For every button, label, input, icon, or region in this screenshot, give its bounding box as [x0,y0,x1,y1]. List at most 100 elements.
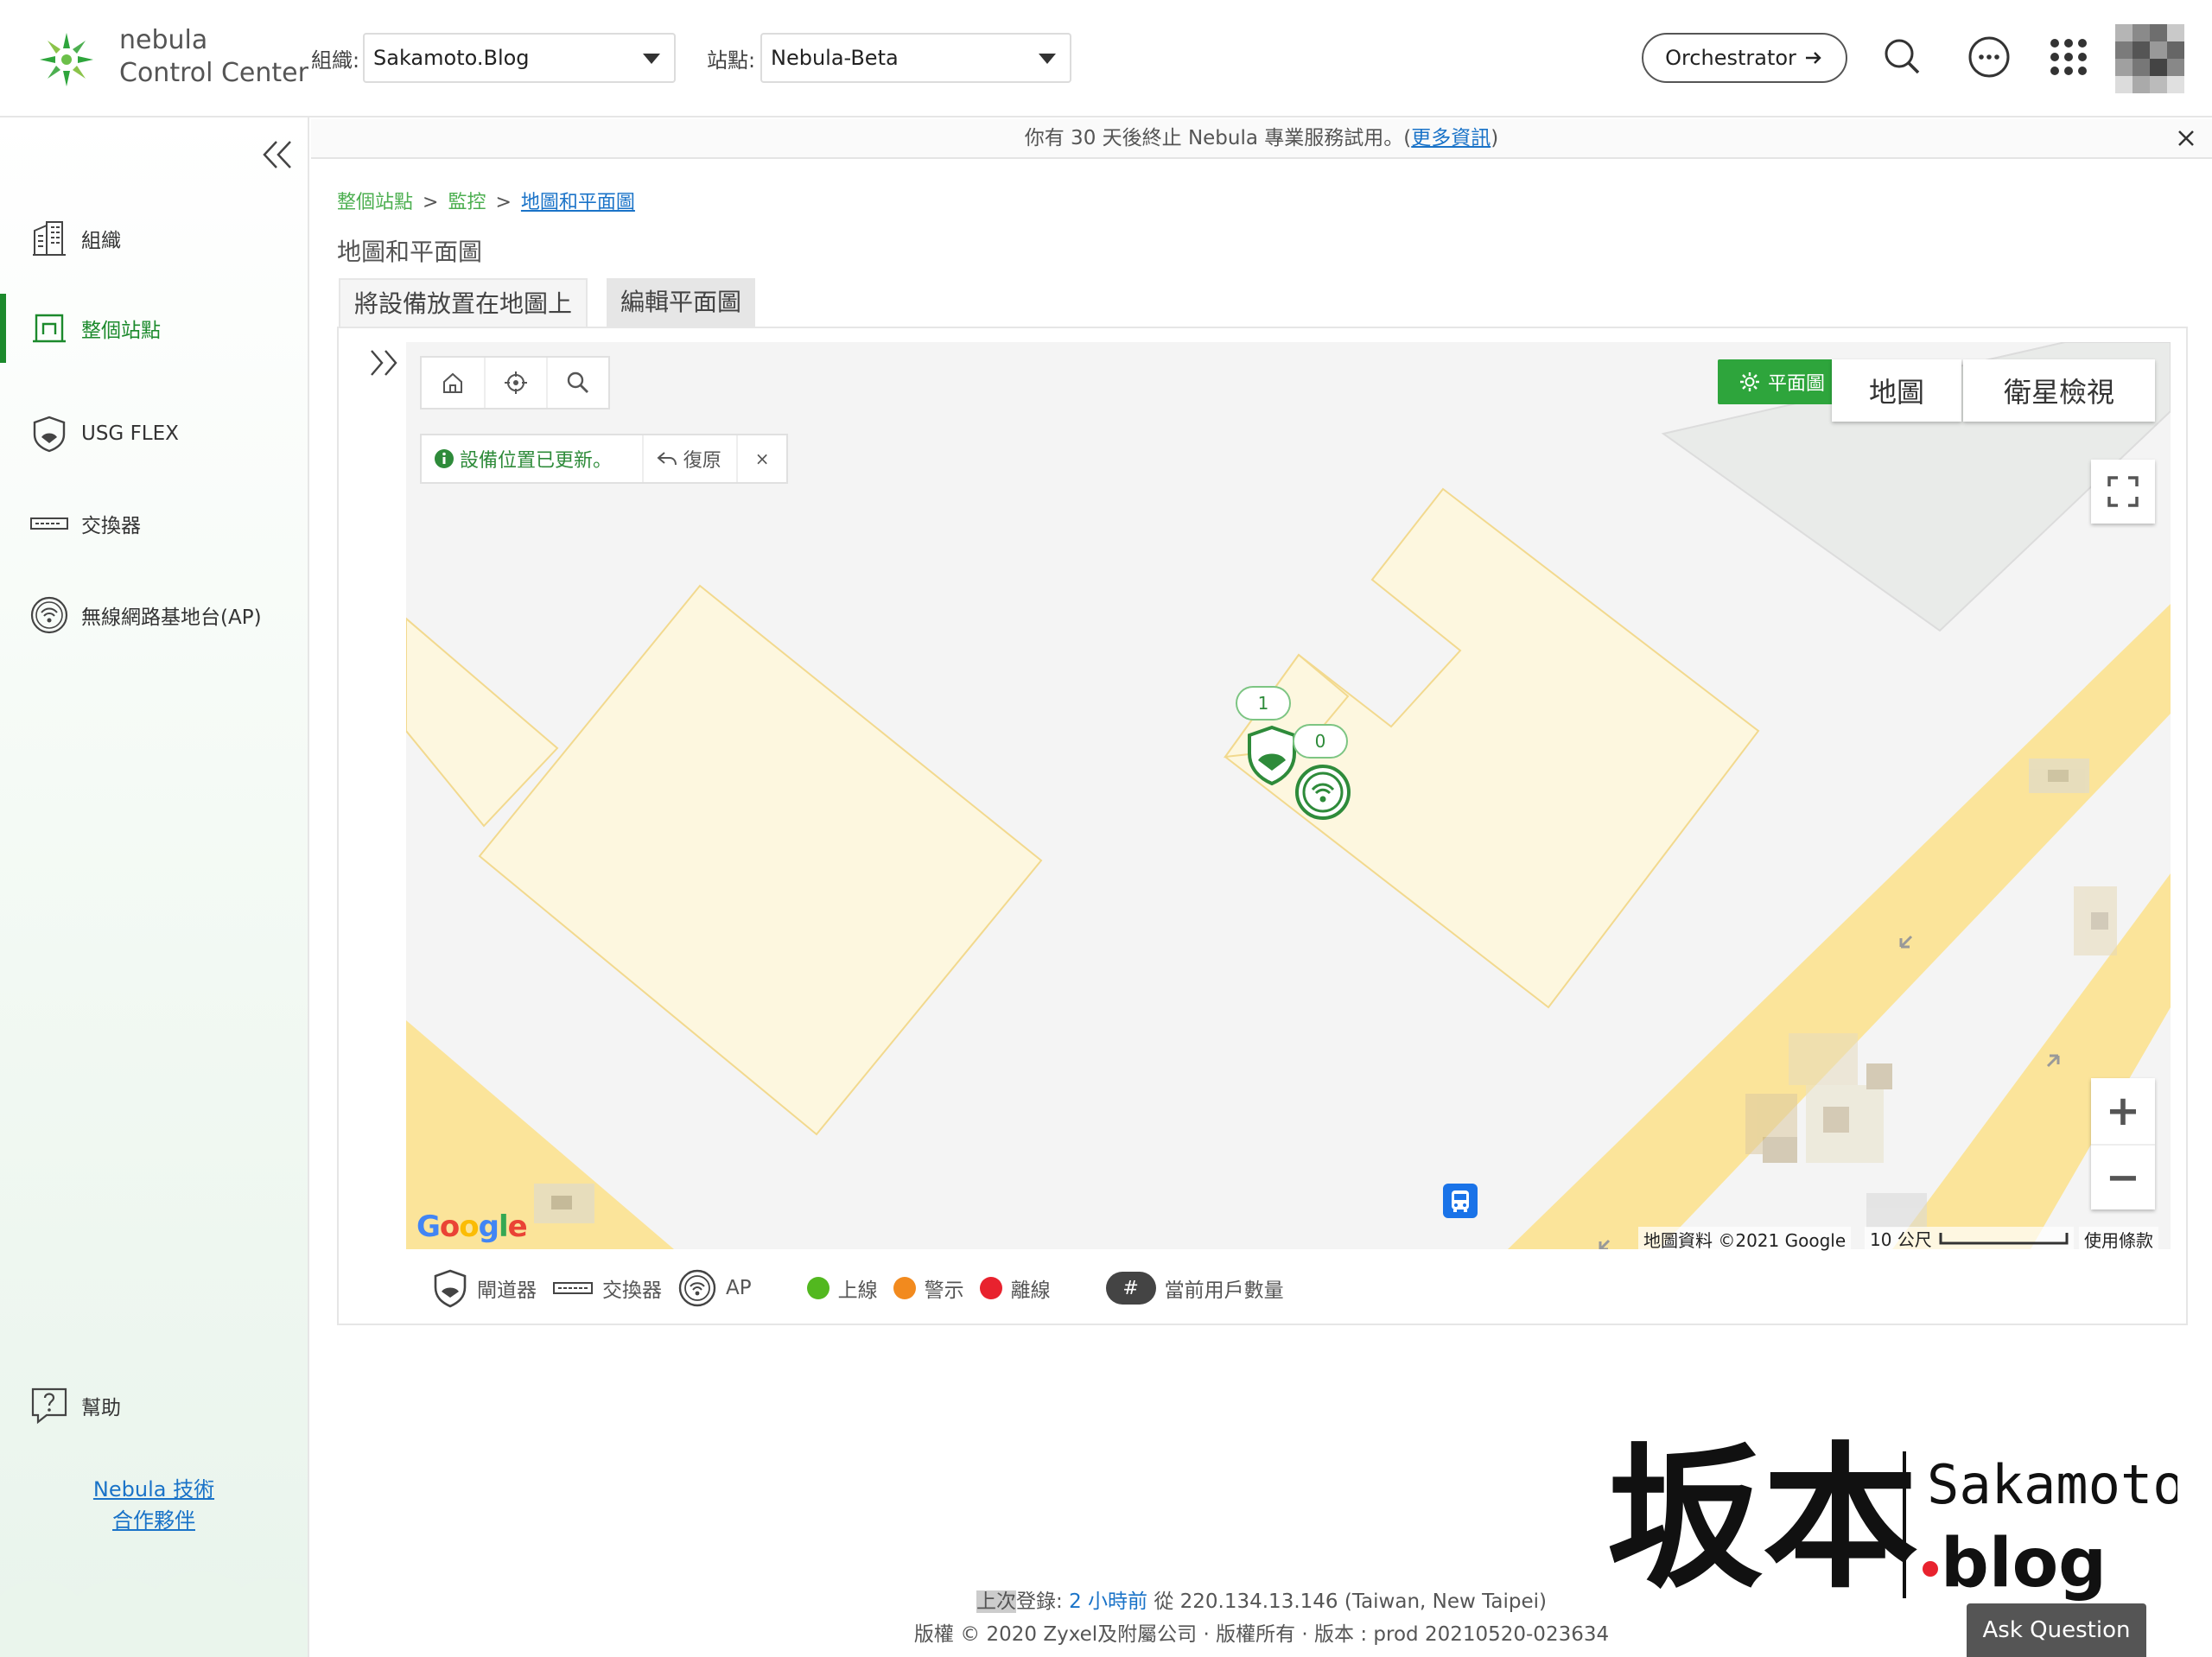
help-icon [31,1387,67,1425]
avatar[interactable] [2115,24,2184,93]
home-icon [443,372,462,393]
locate-button[interactable] [484,358,546,408]
map-attribution: 地圖資料 ©2021 Google [1638,1227,1852,1251]
sidebar-item-organization[interactable]: 組織 [0,204,308,273]
partner-link-line1[interactable]: Nebula 技術 [0,1472,308,1502]
map-scale-label: 10 公尺 [1870,1228,1932,1250]
sidebar-item-site[interactable]: 整個站點 [0,294,308,363]
switch-legend-icon [553,1282,593,1294]
client-count-badge: # [1105,1272,1156,1305]
offline-status-dot [979,1277,1002,1299]
notice-close-button[interactable]: × [736,435,786,482]
switch-icon [30,517,68,530]
help-label: 幫助 [81,1397,121,1419]
breadcrumb-site[interactable]: 整個站點 [337,192,413,213]
ap-legend-icon [678,1269,716,1307]
org-select-value: Sakamoto.Blog [373,46,530,70]
undo-label: 復原 [683,450,721,472]
undo-button[interactable]: 復原 [641,435,737,482]
floorplan-label: 平面圖 [1767,373,1825,395]
org-label: 組織: [311,48,360,73]
gateway-marker-icon[interactable] [1244,724,1300,786]
legend-ap-label: AP [726,1277,752,1299]
tab-place-devices[interactable]: 將設備放置在地圖上 [339,278,588,328]
chat-icon[interactable] [1965,33,2013,81]
ap-marker-icon[interactable] [1294,764,1351,821]
sidebar-item-label: 組織 [81,230,121,252]
org-select[interactable]: Sakamoto.Blog [363,33,676,83]
legend-offline-label: 離線 [1010,1279,1051,1302]
banner-text-end: ) [1491,127,1499,149]
zoom-control: + − [2091,1078,2155,1209]
chevron-down-icon [643,54,660,64]
breadcrumb-current[interactable]: 地圖和平面圖 [521,192,635,213]
wifi-icon [30,596,68,634]
last-login-time-link[interactable]: 2 小時前 [1069,1590,1147,1613]
ask-question-button[interactable]: Ask Question [1967,1603,2146,1657]
site-select[interactable]: Nebula-Beta [760,33,1071,83]
collapse-sidebar-icon[interactable] [257,135,297,175]
search-icon [567,371,588,393]
sidebar-item-label: 交換器 [81,515,141,537]
position-updated-notice: 設備位置已更新。 復原 × [420,434,788,484]
last-login-from: 從 220.134.13.146 (Taiwan, New Taipei) [1154,1590,1547,1613]
breadcrumb-separator: > [495,192,512,213]
crosshair-icon [505,371,527,394]
app-logo-text: nebula Control Center [119,24,308,90]
logo-line1: nebula [119,25,208,55]
online-status-dot [806,1277,830,1299]
fullscreen-icon [2107,476,2139,507]
top-bar: nebula Control Center 組織: Sakamoto.Blog … [0,0,2212,117]
site-select-value: Nebula-Beta [771,46,899,70]
apps-grid-icon[interactable] [2044,33,2093,81]
building-icon [33,221,66,256]
help-link[interactable]: 幫助 [29,1386,121,1425]
banner-more-info-link[interactable]: 更多資訊 [1411,127,1491,149]
map-search-button[interactable] [546,358,608,408]
gear-icon [1739,372,1759,391]
zoom-out-button[interactable]: − [2091,1144,2155,1209]
shield-icon [33,416,66,453]
tab-edit-floorplan[interactable]: 編輯平面圖 [607,278,756,328]
logo-line2: Control Center [119,58,308,88]
page-title: 地圖和平面圖 [337,238,483,266]
sidebar-item-usg-flex[interactable]: USG FLEX [0,399,308,468]
fullscreen-button[interactable] [2091,460,2155,524]
expand-panel-icon[interactable] [365,342,406,384]
sidebar-item-label: USG FLEX [81,422,179,445]
ap-client-count: 0 [1293,724,1348,759]
cloud-decoration [0,1571,308,1657]
last-login-label: 登錄: [1016,1590,1063,1613]
legend-gateway-label: 閘道器 [477,1279,537,1302]
orchestrator-label: Orchestrator [1665,46,1796,70]
legend-warning-label: 警示 [924,1279,964,1302]
search-icon[interactable] [1878,33,1927,81]
watermark-latin1: Sakamoto [1927,1453,2177,1516]
close-icon[interactable] [2174,126,2198,150]
partner-link-line2[interactable]: 合作夥伴 [0,1503,308,1533]
warning-status-dot [893,1277,916,1299]
sidebar-item-switch[interactable]: 交換器 [0,489,308,558]
breadcrumb: 整個站點 > 監控 > 地圖和平面圖 [337,187,635,214]
active-indicator [0,294,6,363]
sidebar-item-ap[interactable]: 無線網路基地台(AP) [0,581,308,650]
map-type-map-button[interactable]: 地圖 [1832,359,1961,422]
zoom-in-button[interactable]: + [2091,1078,2155,1144]
breadcrumb-monitor[interactable]: 監控 [448,192,486,213]
home-button[interactable] [422,358,484,408]
undo-icon [657,452,677,466]
bus-stop-icon[interactable] [1443,1184,1478,1218]
gateway-client-count: 1 [1236,686,1291,721]
legend-online-label: 上線 [837,1279,878,1302]
nebula-logo-icon[interactable] [36,29,97,90]
map-toolbar [420,356,610,409]
breadcrumb-separator: > [423,192,439,213]
orchestrator-button[interactable]: Orchestrator [1642,33,1847,83]
trial-banner: 你有 30 天後終止 Nebula 專業服務試用。(更多資訊) [311,119,2212,159]
site-label: 站點: [707,48,756,73]
arrow-right-icon [1805,52,1821,64]
map-type-satellite-button[interactable]: 衛星檢視 [1963,359,2155,422]
map-terms-link[interactable]: 使用條款 [2079,1227,2158,1251]
floorplan-button[interactable]: 平面圖 [1718,359,1846,404]
sidebar-item-label: 無線網路基地台(AP) [81,606,262,629]
